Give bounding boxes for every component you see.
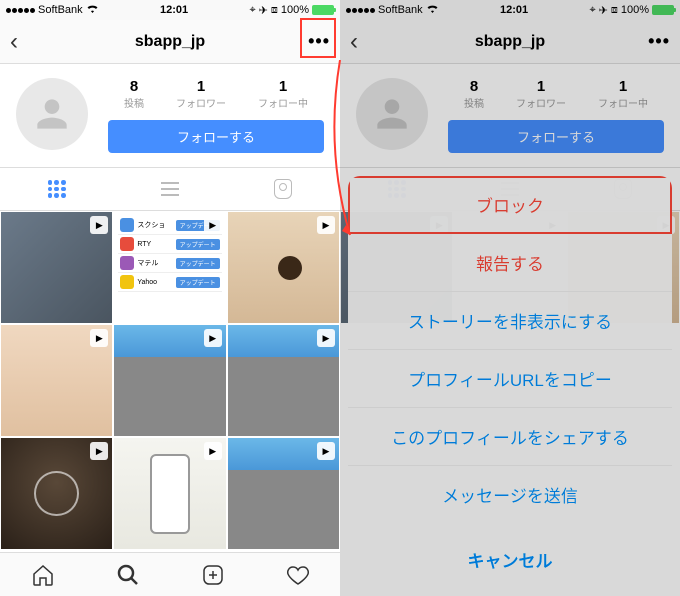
tab-bar: [0, 552, 340, 596]
video-icon: ▶: [317, 442, 335, 460]
wifi-icon: [426, 4, 439, 17]
sheet-report[interactable]: 報告する: [348, 234, 672, 292]
video-icon: ▶: [90, 442, 108, 460]
carrier: SoftBank: [378, 4, 423, 16]
post-item[interactable]: ▶: [113, 437, 226, 550]
video-icon: ▶: [317, 329, 335, 347]
sheet-hide-story[interactable]: ストーリーを非表示にする: [348, 292, 672, 350]
carrier: SoftBank: [38, 4, 83, 16]
sheet-send-message[interactable]: メッセージを送信: [348, 466, 672, 523]
battery-icon: [652, 5, 674, 15]
signal-icon: [6, 8, 35, 13]
post-item[interactable]: ▶: [227, 437, 340, 550]
post-item[interactable]: ▶: [113, 324, 226, 437]
sheet-cancel[interactable]: キャンセル: [348, 531, 672, 588]
home-tab[interactable]: [0, 553, 85, 596]
action-sheet: ブロック 報告する ストーリーを非表示にする プロフィールURLをコピー このプ…: [340, 168, 680, 596]
nav-bar: ‹ sbapp_jp •••: [0, 20, 340, 64]
nav-bar: ‹ sbapp_jp •••: [340, 20, 680, 64]
tagged-icon: [274, 179, 292, 199]
video-icon: ▶: [317, 216, 335, 234]
bluetooth-icon: ⧈: [611, 4, 618, 17]
location-icon: ⌖: [249, 4, 255, 17]
back-button[interactable]: ‹: [10, 28, 40, 56]
highlight-more: [300, 18, 336, 58]
sheet-copy-url[interactable]: プロフィールURLをコピー: [348, 350, 672, 408]
activity-tab[interactable]: [255, 553, 340, 596]
phone-left: SoftBank 12:01 ⌖ ✈ ⧈ 100% ‹ sbapp_jp •••…: [0, 0, 340, 596]
add-tab[interactable]: [170, 553, 255, 596]
battery-pct: 100%: [281, 4, 309, 16]
status-bar: SoftBank 12:01 ⌖ ✈ ⧈ 100%: [0, 0, 340, 20]
tab-grid[interactable]: [0, 168, 113, 210]
battery-pct: 100%: [621, 4, 649, 16]
sheet-share-profile[interactable]: このプロフィールをシェアする: [348, 408, 672, 466]
post-item[interactable]: ▶: [227, 211, 340, 324]
alarm-icon: ✈: [599, 4, 608, 17]
post-item[interactable]: ▶: [0, 211, 113, 324]
stat-followers[interactable]: 1フォロワー: [176, 78, 226, 110]
post-item[interactable]: ▶: [0, 437, 113, 550]
back-button[interactable]: ‹: [350, 28, 380, 56]
tab-tagged[interactable]: [227, 168, 340, 210]
more-button[interactable]: •••: [640, 31, 670, 52]
post-item[interactable]: ▶: [227, 324, 340, 437]
search-tab[interactable]: [85, 553, 170, 596]
page-title: sbapp_jp: [380, 33, 640, 51]
avatar[interactable]: [16, 78, 88, 150]
page-title: sbapp_jp: [40, 33, 300, 51]
battery-icon: [312, 5, 334, 15]
alarm-icon: ✈: [259, 4, 268, 17]
stat-following[interactable]: 1フォロー中: [258, 78, 308, 110]
post-item[interactable]: ▶: [0, 324, 113, 437]
phone-right: SoftBank 12:01 ⌖ ✈ ⧈ 100% ‹ sbapp_jp •••…: [340, 0, 680, 596]
follow-button[interactable]: フォローする: [108, 120, 324, 153]
wifi-icon: [86, 4, 99, 17]
profile-header: 8投稿 1フォロワー 1フォロー中 フォローする: [0, 64, 340, 167]
clock: 12:01: [99, 4, 250, 16]
avatar: [356, 78, 428, 150]
video-icon: ▶: [90, 329, 108, 347]
location-icon: ⌖: [589, 4, 595, 17]
tab-list[interactable]: [113, 168, 226, 210]
video-icon: ▶: [204, 329, 222, 347]
grid-icon: [48, 180, 66, 198]
clock: 12:01: [439, 4, 590, 16]
view-tabs: [0, 167, 340, 211]
profile-header: 8投稿 1フォロワー 1フォロー中 フォローする: [340, 64, 680, 167]
stats-row: 8投稿 1フォロワー 1フォロー中: [108, 78, 324, 110]
sheet-block[interactable]: ブロック: [348, 176, 672, 234]
post-grid: ▶ スクショアップデート RTYアップデート マテルアップデート Yahooアッ…: [0, 211, 340, 552]
signal-icon: [346, 8, 375, 13]
post-item[interactable]: スクショアップデート RTYアップデート マテルアップデート Yahooアップデ…: [113, 211, 226, 324]
follow-button: フォローする: [448, 120, 664, 153]
status-bar: SoftBank 12:01 ⌖ ✈ ⧈ 100%: [340, 0, 680, 20]
video-icon: ▶: [90, 216, 108, 234]
video-icon: ▶: [204, 216, 222, 234]
stat-posts[interactable]: 8投稿: [124, 78, 144, 110]
bluetooth-icon: ⧈: [271, 4, 278, 17]
video-icon: ▶: [204, 442, 222, 460]
list-icon: [161, 182, 179, 196]
